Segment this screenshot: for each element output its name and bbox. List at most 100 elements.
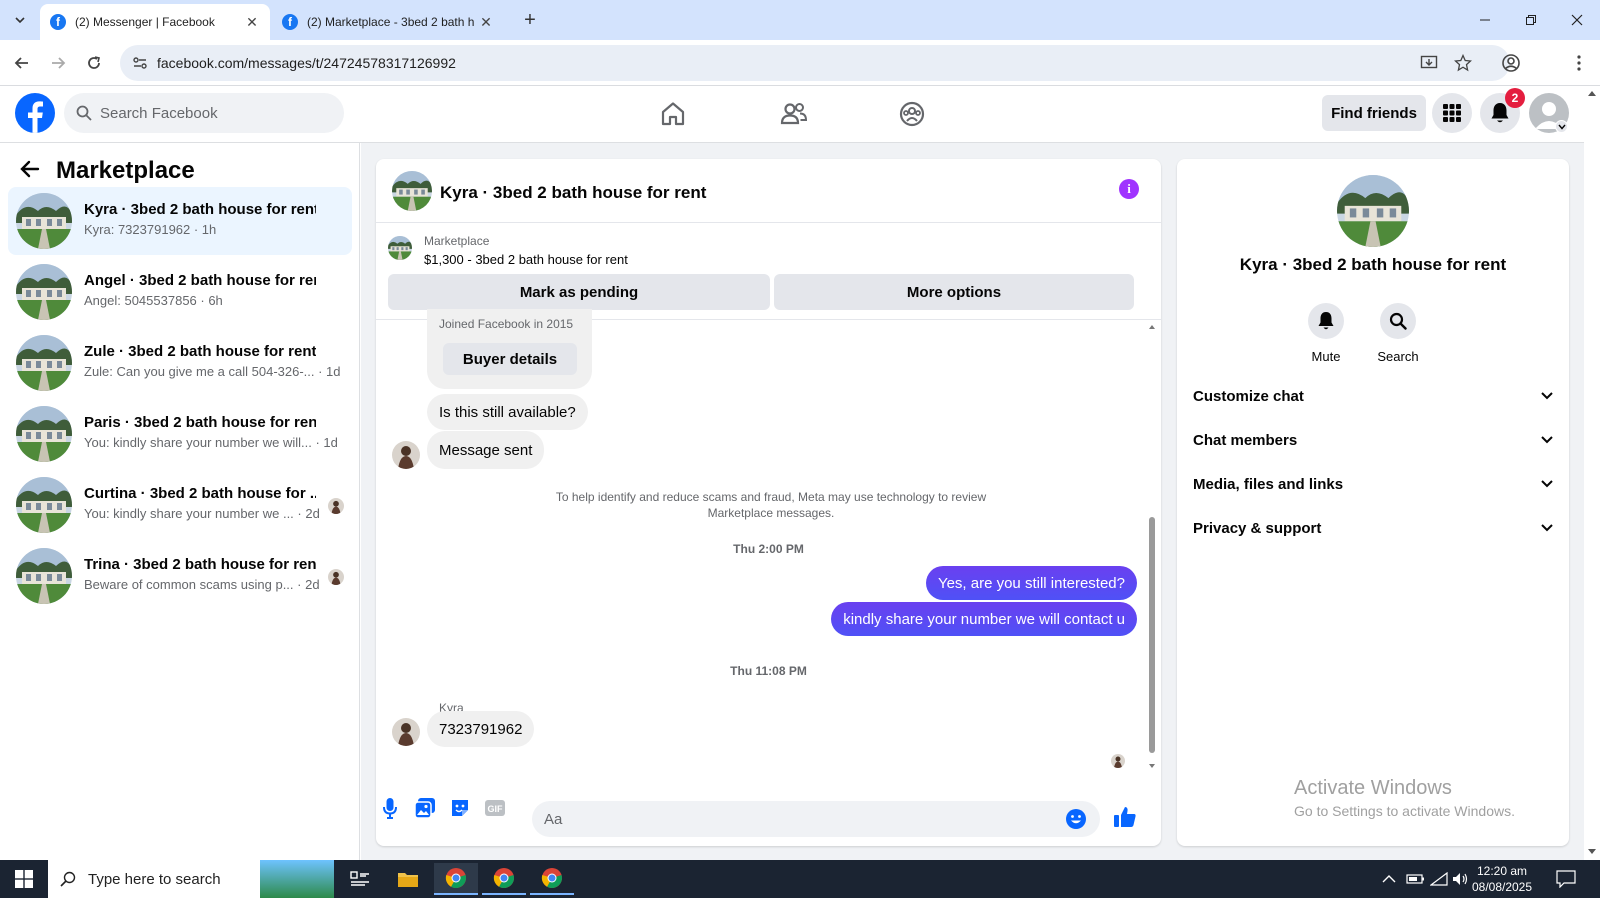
buyer-details-button[interactable]: Buyer details — [443, 343, 577, 375]
browser-tab-messenger[interactable]: f (2) Messenger | Facebook ✕ — [40, 4, 270, 40]
media-files-links-row[interactable]: Media, files and links — [1193, 464, 1553, 504]
close-tab-icon[interactable]: ✕ — [478, 14, 494, 31]
mark-as-pending-button[interactable]: Mark as pending — [388, 274, 770, 310]
search-in-chat-button[interactable]: Search — [1368, 303, 1428, 364]
conversation-preview: Kyra: 7323791962 · 1h — [84, 222, 217, 237]
more-options-button[interactable]: More options — [774, 274, 1134, 310]
groups-icon[interactable] — [894, 96, 930, 132]
conversation-item[interactable]: Kyra · 3bed 2 bath house for rent Kyra: 7… — [8, 187, 352, 255]
restore-icon[interactable] — [1508, 0, 1553, 40]
notification-badge: 2 — [1505, 88, 1525, 108]
incoming-message[interactable]: Is this still available? — [427, 394, 588, 430]
reload-icon[interactable] — [79, 48, 109, 78]
battery-icon[interactable] — [1406, 860, 1426, 898]
mark-pending-label: Mark as pending — [519, 283, 639, 301]
close-tab-icon[interactable]: ✕ — [244, 14, 260, 31]
chrome-taskbar-icon[interactable] — [482, 863, 526, 895]
search-highlight-image — [260, 860, 334, 898]
close-window-icon[interactable] — [1554, 0, 1599, 40]
incoming-message[interactable]: Message sent — [427, 431, 545, 469]
outgoing-message[interactable]: kindly share your number we will contact… — [831, 602, 1137, 636]
facebook-search-input[interactable]: Search Facebook — [64, 93, 344, 133]
back-arrow-icon[interactable] — [7, 48, 37, 78]
windows-start-icon[interactable] — [2, 863, 46, 895]
activate-windows-title: Activate Windows — [1294, 777, 1452, 799]
conversation-item[interactable]: Trina · 3bed 2 bath house for rent Beware… — [8, 542, 352, 610]
conversation-item[interactable]: Angel · 3bed 2 bath house for rent Angel:… — [8, 258, 352, 326]
marketplace-listing-bar: Marketplace $1,300 - 3bed 2 bath house f… — [376, 224, 1161, 320]
thumbs-up-icon[interactable] — [1113, 805, 1137, 829]
chat-info-avatar[interactable] — [1337, 175, 1409, 247]
sender-avatar[interactable] — [392, 718, 420, 746]
chat-members-row[interactable]: Chat members — [1193, 420, 1553, 460]
forward-arrow-icon[interactable] — [43, 48, 73, 78]
chat-title[interactable]: Kyra · 3bed 2 bath house for rent — [440, 183, 706, 203]
system-clock[interactable]: 12:20 am 08/08/2025 — [1462, 863, 1542, 895]
gif-icon[interactable]: GIF — [483, 796, 507, 820]
sticker-icon[interactable] — [448, 796, 472, 820]
conversation-item[interactable]: Zule · 3bed 2 bath house for rent Zule: C… — [8, 329, 352, 397]
emoji-icon[interactable] — [1064, 807, 1088, 831]
windows-taskbar: Type here to search 12:20 am 08/08/2025 — [0, 860, 1600, 898]
conversation-name: Kyra · 3bed 2 bath house for rent — [84, 201, 316, 218]
conversation-thumbnail — [16, 406, 72, 462]
outgoing-message[interactable]: Yes, are you still interested? — [925, 566, 1137, 600]
chat-avatar[interactable] — [392, 171, 432, 211]
bookmark-star-icon[interactable] — [1454, 54, 1472, 72]
home-icon[interactable] — [655, 96, 691, 132]
microphone-icon[interactable] — [378, 796, 402, 820]
listing-title[interactable]: $1,300 - 3bed 2 bath house for rent — [424, 252, 628, 267]
taskbar-search-box[interactable]: Type here to search — [48, 860, 334, 898]
buyer-card: Joined Facebook in 2015 Buyer details — [427, 309, 592, 389]
show-hidden-icons-icon[interactable] — [1382, 860, 1396, 898]
mute-button[interactable]: Mute — [1296, 303, 1356, 364]
conversation-thumbnail — [16, 477, 72, 533]
facebook-favicon-icon: f — [282, 14, 298, 30]
tab-search-chevron-icon[interactable] — [8, 8, 32, 32]
panel-title: Marketplace — [56, 157, 195, 184]
install-app-icon[interactable] — [1420, 54, 1438, 72]
message-thread[interactable]: Joined Facebook in 2015 Buyer details Is… — [376, 309, 1161, 781]
conversation-item[interactable]: Paris · 3bed 2 bath house for rent You: k… — [8, 400, 352, 468]
message-input-placeholder: Aa — [544, 810, 563, 828]
photo-icon[interactable] — [413, 796, 437, 820]
page-scrollbar[interactable] — [1584, 86, 1600, 860]
chrome-taskbar-icon[interactable] — [434, 863, 478, 895]
task-view-icon[interactable] — [338, 863, 382, 895]
facebook-logo-icon[interactable] — [15, 93, 55, 133]
back-arrow-icon[interactable] — [20, 159, 40, 179]
new-tab-icon[interactable]: + — [518, 8, 542, 32]
activate-windows-subtitle: Go to Settings to activate Windows. — [1294, 803, 1515, 819]
address-bar[interactable]: facebook.com/messages/t/2472457831712699… — [120, 45, 1510, 81]
network-icon[interactable] — [1430, 860, 1448, 898]
section-label: Chat members — [1193, 431, 1298, 449]
profile-icon[interactable] — [1496, 48, 1526, 78]
incoming-message[interactable]: 7323791962 — [427, 711, 535, 747]
friends-icon[interactable] — [776, 96, 812, 132]
chat-scrollbar[interactable] — [1148, 321, 1156, 781]
notification-center-icon[interactable] — [1556, 860, 1576, 898]
conversation-thumbnail — [16, 548, 72, 604]
marketplace-conversations-panel: Marketplace Kyra · 3bed 2 bath house for… — [0, 143, 360, 860]
browser-menu-icon[interactable] — [1564, 48, 1594, 78]
clock-date: 08/08/2025 — [1471, 880, 1533, 894]
file-explorer-icon[interactable] — [386, 863, 430, 895]
customize-chat-row[interactable]: Customize chat — [1193, 376, 1553, 416]
account-chevron-icon[interactable] — [1555, 120, 1568, 133]
taskbar-search-placeholder: Type here to search — [88, 870, 221, 888]
minimize-icon[interactable] — [1462, 0, 1507, 40]
privacy-support-row[interactable]: Privacy & support — [1193, 508, 1553, 548]
info-icon[interactable]: i — [1119, 179, 1139, 199]
sender-avatar[interactable] — [392, 441, 420, 469]
message-input[interactable]: Aa — [532, 801, 1100, 837]
listing-thumbnail[interactable] — [388, 236, 412, 260]
conversation-item[interactable]: Curtina · 3bed 2 bath house for ... You: … — [8, 471, 352, 539]
search-icon — [60, 871, 76, 887]
chat-window: Kyra · 3bed 2 bath house for rent i Mark… — [376, 159, 1161, 846]
chrome-taskbar-icon[interactable] — [530, 863, 574, 895]
menu-grid-icon[interactable] — [1432, 93, 1472, 133]
find-friends-button[interactable]: Find friends — [1322, 95, 1426, 131]
browser-tab-marketplace[interactable]: f (2) Marketplace - 3bed 2 bath h ✕ — [272, 4, 504, 40]
site-settings-icon[interactable] — [132, 55, 148, 71]
tab-title: (2) Marketplace - 3bed 2 bath h — [307, 15, 475, 29]
